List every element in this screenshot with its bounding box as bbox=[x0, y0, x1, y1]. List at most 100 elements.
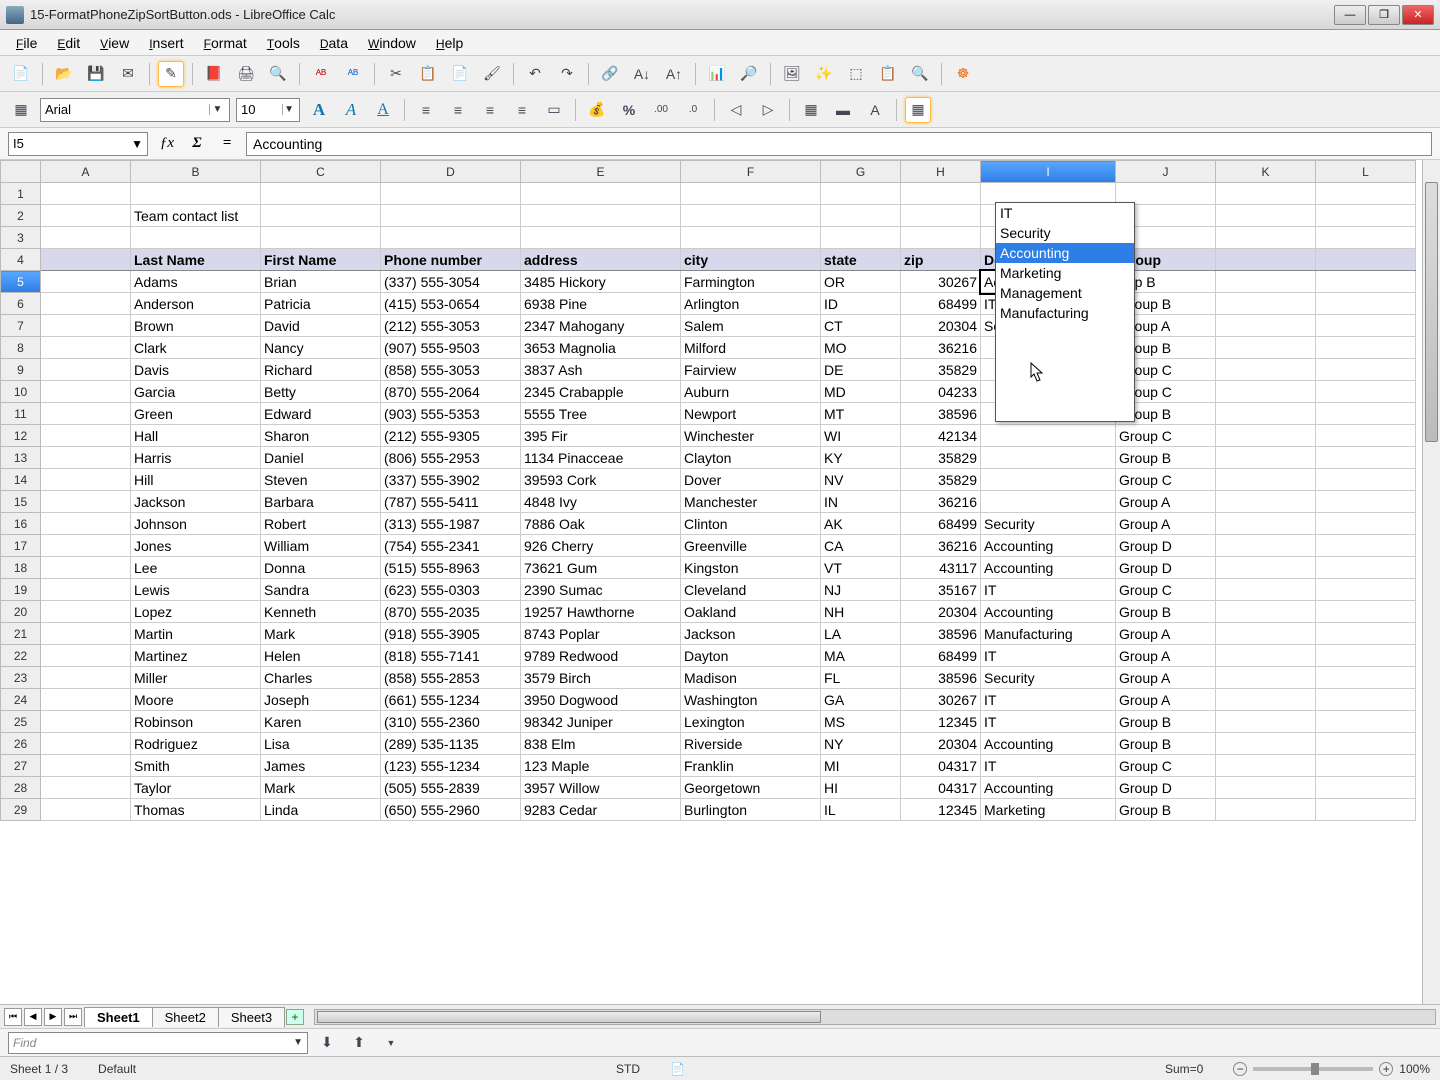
cell[interactable]: Group C bbox=[1116, 579, 1216, 601]
cell[interactable] bbox=[1216, 205, 1316, 227]
autospell-button[interactable]: ᴬᴮ bbox=[340, 61, 366, 87]
horizontal-scrollbar-thumb[interactable] bbox=[317, 1011, 821, 1023]
cell[interactable]: Manufacturing bbox=[981, 623, 1116, 645]
cell[interactable]: CA bbox=[821, 535, 901, 557]
cell[interactable] bbox=[981, 447, 1116, 469]
cell[interactable]: address bbox=[521, 249, 681, 271]
cell[interactable]: Group C bbox=[1116, 755, 1216, 777]
chevron-down-icon[interactable]: ▼ bbox=[131, 137, 143, 151]
cell[interactable]: zip bbox=[901, 249, 981, 271]
cell[interactable]: Winchester bbox=[681, 425, 821, 447]
cell[interactable] bbox=[381, 183, 521, 205]
navigator-button[interactable]: 🔎 bbox=[736, 61, 762, 87]
cell[interactable]: (754) 555-2341 bbox=[381, 535, 521, 557]
cell[interactable] bbox=[41, 755, 131, 777]
cell[interactable]: ID bbox=[821, 293, 901, 315]
cell[interactable]: (337) 555-3054 bbox=[381, 271, 521, 293]
cell[interactable] bbox=[1316, 183, 1416, 205]
cell[interactable] bbox=[41, 403, 131, 425]
cell[interactable]: Newport bbox=[681, 403, 821, 425]
cell[interactable] bbox=[41, 469, 131, 491]
cell[interactable]: 19257 Hawthorne bbox=[521, 601, 681, 623]
row-header[interactable]: 6 bbox=[1, 293, 41, 315]
cell[interactable] bbox=[381, 227, 521, 249]
row-header[interactable]: 29 bbox=[1, 799, 41, 821]
cell[interactable]: IT bbox=[981, 689, 1116, 711]
cell[interactable]: Group B bbox=[1116, 601, 1216, 623]
cell[interactable] bbox=[41, 689, 131, 711]
cell[interactable]: 12345 bbox=[901, 711, 981, 733]
cell[interactable]: 38596 bbox=[901, 667, 981, 689]
cell[interactable] bbox=[1216, 755, 1316, 777]
cell[interactable] bbox=[131, 227, 261, 249]
align-left-button[interactable]: ≡ bbox=[413, 97, 439, 123]
menu-view[interactable]: View bbox=[90, 32, 139, 54]
gallery-button[interactable]: 🖼 bbox=[779, 61, 805, 87]
cell[interactable] bbox=[41, 315, 131, 337]
cell[interactable] bbox=[41, 667, 131, 689]
cell[interactable] bbox=[1316, 337, 1416, 359]
cell[interactable]: IT bbox=[981, 645, 1116, 667]
cell[interactable]: 2390 Sumac bbox=[521, 579, 681, 601]
cell[interactable]: Jackson bbox=[681, 623, 821, 645]
chevron-down-icon[interactable]: ▼ bbox=[282, 104, 295, 115]
cell[interactable] bbox=[1316, 733, 1416, 755]
help-button[interactable]: ☸ bbox=[950, 61, 976, 87]
cell[interactable]: 04233 bbox=[901, 381, 981, 403]
cell[interactable]: 30267 bbox=[901, 271, 981, 293]
function-wizard-button[interactable]: ƒx bbox=[156, 133, 178, 155]
cell[interactable]: 98342 Juniper bbox=[521, 711, 681, 733]
vertical-scrollbar-thumb[interactable] bbox=[1425, 182, 1438, 442]
cell[interactable]: 36216 bbox=[901, 535, 981, 557]
cell[interactable] bbox=[981, 491, 1116, 513]
menu-format[interactable]: Format bbox=[194, 32, 257, 54]
column-header[interactable]: J bbox=[1116, 161, 1216, 183]
row-header[interactable]: 10 bbox=[1, 381, 41, 403]
paste-button[interactable]: 📄 bbox=[447, 61, 473, 87]
row-header[interactable]: 7 bbox=[1, 315, 41, 337]
cell[interactable]: 68499 bbox=[901, 293, 981, 315]
zoom-out-button[interactable]: − bbox=[1233, 1062, 1247, 1076]
find-input[interactable]: Find ▼ bbox=[8, 1032, 308, 1054]
cell[interactable]: 36216 bbox=[901, 337, 981, 359]
cell[interactable] bbox=[1316, 535, 1416, 557]
cell[interactable]: Group C bbox=[1116, 425, 1216, 447]
cell[interactable]: Robinson bbox=[131, 711, 261, 733]
row-header[interactable]: 26 bbox=[1, 733, 41, 755]
cell[interactable]: (123) 555-1234 bbox=[381, 755, 521, 777]
column-header[interactable]: E bbox=[521, 161, 681, 183]
find-prev-button[interactable]: ⬆ bbox=[346, 1030, 372, 1056]
cell[interactable]: 38596 bbox=[901, 403, 981, 425]
cell[interactable]: (661) 555-1234 bbox=[381, 689, 521, 711]
maximize-button[interactable]: ❐ bbox=[1368, 5, 1400, 25]
cell[interactable]: Jackson bbox=[131, 491, 261, 513]
cell[interactable]: Group B bbox=[1116, 799, 1216, 821]
cell[interactable]: Fairview bbox=[681, 359, 821, 381]
cell[interactable]: FL bbox=[821, 667, 901, 689]
cell[interactable]: Farmington bbox=[681, 271, 821, 293]
cell[interactable]: 38596 bbox=[901, 623, 981, 645]
cell[interactable]: (505) 555-2839 bbox=[381, 777, 521, 799]
dropdown-option[interactable]: Manufacturing bbox=[996, 303, 1134, 323]
cell[interactable]: Group A bbox=[1116, 667, 1216, 689]
cell[interactable] bbox=[41, 535, 131, 557]
cell[interactable]: Group A bbox=[1116, 491, 1216, 513]
cell[interactable]: NY bbox=[821, 733, 901, 755]
cell[interactable]: Accounting bbox=[981, 557, 1116, 579]
cell[interactable]: Helen bbox=[261, 645, 381, 667]
cell[interactable]: Group B bbox=[1116, 447, 1216, 469]
cell[interactable] bbox=[1316, 205, 1416, 227]
cell[interactable]: 30267 bbox=[901, 689, 981, 711]
cell[interactable]: 9789 Redwood bbox=[521, 645, 681, 667]
cell[interactable] bbox=[821, 183, 901, 205]
cell[interactable]: 2347 Mahogany bbox=[521, 315, 681, 337]
cell[interactable]: Accounting bbox=[981, 777, 1116, 799]
cell[interactable]: Smith bbox=[131, 755, 261, 777]
cell[interactable] bbox=[981, 469, 1116, 491]
cell[interactable]: Greenville bbox=[681, 535, 821, 557]
align-center-button[interactable]: ≡ bbox=[445, 97, 471, 123]
cell[interactable]: Jones bbox=[131, 535, 261, 557]
cell[interactable]: Garcia bbox=[131, 381, 261, 403]
cell[interactable]: 36216 bbox=[901, 491, 981, 513]
cell[interactable] bbox=[41, 777, 131, 799]
